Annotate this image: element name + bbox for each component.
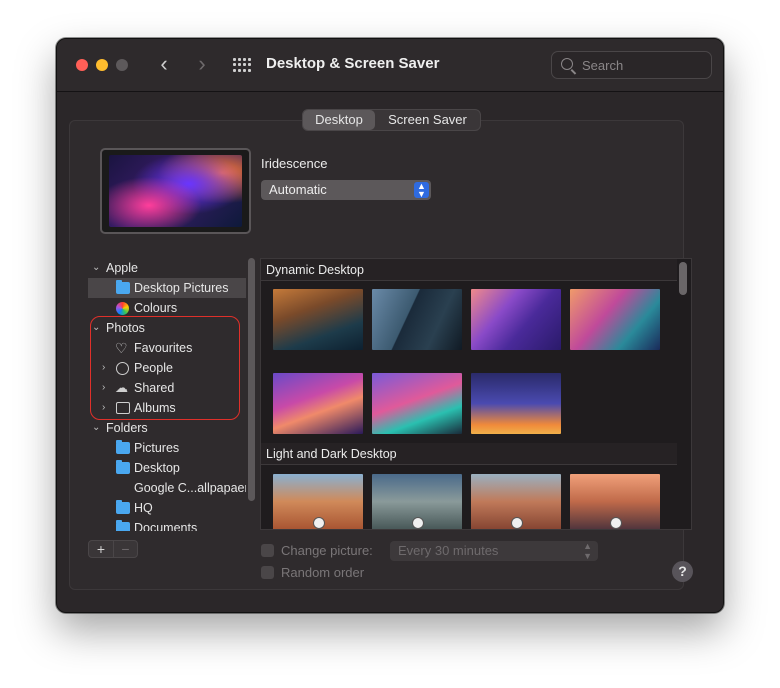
section-header-light-dark: Light and Dark Desktop [261, 443, 677, 465]
interval-select[interactable]: Every 30 minutes ▲ ▼ [390, 541, 598, 561]
tab-segmented-control: Desktop Screen Saver [302, 109, 481, 131]
sidebar-item-hq[interactable]: HQ [88, 498, 246, 518]
sidebar-item-google-wallpaper[interactable]: Google C...allpapaer [88, 478, 246, 498]
sidebar-item-documents[interactable]: Documents [88, 518, 246, 531]
wallpaper-name: Iridescence [261, 156, 328, 171]
wallpaper-thumbnail[interactable] [570, 474, 660, 529]
change-picture-checkbox[interactable] [261, 544, 274, 557]
tab-screen-saver[interactable]: Screen Saver [375, 110, 480, 130]
wallpaper-thumbnail[interactable] [471, 289, 561, 350]
search-field[interactable]: Search [551, 51, 712, 79]
random-order-option[interactable]: Random order [261, 563, 364, 583]
appearance-mode-select[interactable]: Automatic ▲ ▼ [261, 180, 431, 200]
change-picture-option[interactable]: Change picture: [261, 541, 373, 561]
section-header-dynamic: Dynamic Desktop [261, 259, 677, 281]
folder-icon [116, 460, 130, 474]
forward-button[interactable]: › [191, 53, 213, 77]
annotation-highlight [90, 316, 240, 420]
search-placeholder: Search [582, 58, 624, 73]
wallpaper-preview [100, 148, 251, 234]
folder-icon [116, 520, 130, 531]
light-dark-badge-icon [412, 517, 424, 529]
back-button[interactable]: ‹ [153, 53, 175, 77]
sidebar-scrollbar[interactable] [248, 258, 255, 501]
search-icon [561, 58, 573, 70]
folder-icon [116, 280, 130, 294]
wallpaper-thumbnail[interactable] [273, 474, 363, 529]
sidebar-item-pictures[interactable]: Pictures [88, 438, 246, 458]
zoom-window-button[interactable] [116, 59, 128, 71]
minimize-window-button[interactable] [96, 59, 108, 71]
window-title: Desktop & Screen Saver [266, 55, 440, 72]
help-button[interactable]: ? [672, 561, 693, 582]
appearance-mode-value: Automatic [269, 182, 327, 197]
light-dark-badge-icon [313, 517, 325, 529]
color-wheel-icon [116, 302, 129, 315]
random-order-checkbox[interactable] [261, 566, 274, 579]
tab-desktop[interactable]: Desktop [303, 110, 375, 130]
wallpaper-gallery: Dynamic Desktop Light and Dark Desktop [260, 258, 692, 530]
add-folder-button[interactable]: + [89, 541, 113, 557]
group-folders[interactable]: ⌄ Folders [88, 418, 246, 438]
title-bar: ‹ › Desktop & Screen Saver Search [57, 39, 723, 92]
sidebar-item-desktop-pictures[interactable]: Desktop Pictures [88, 278, 246, 298]
folder-icon [116, 440, 130, 454]
wallpaper-thumbnail[interactable] [372, 289, 462, 350]
select-arrows-icon: ▲ ▼ [583, 541, 592, 561]
sidebar-item-colours[interactable]: Colours [88, 298, 246, 318]
wallpaper-preview-image [109, 155, 242, 227]
wallpaper-thumbnail[interactable] [273, 373, 363, 434]
gallery-scrollbar[interactable] [679, 262, 687, 295]
light-dark-badge-icon [610, 517, 622, 529]
remove-folder-button[interactable]: − [113, 541, 137, 557]
interval-value: Every 30 minutes [398, 543, 499, 558]
wallpaper-thumbnail[interactable] [372, 373, 462, 434]
folder-icon [116, 500, 130, 514]
change-picture-label: Change picture: [281, 543, 373, 558]
wallpaper-thumbnail[interactable] [570, 289, 660, 350]
add-remove-control: + − [88, 540, 138, 558]
group-apple[interactable]: ⌄ Apple [88, 258, 246, 278]
wallpaper-thumbnail[interactable] [273, 289, 363, 350]
chevron-down-icon[interactable]: ⌄ [92, 418, 102, 438]
sidebar-item-desktop[interactable]: Desktop [88, 458, 246, 478]
wallpaper-thumbnail[interactable] [471, 373, 561, 434]
preferences-window: ‹ › Desktop & Screen Saver Search Deskto… [56, 38, 724, 613]
close-window-button[interactable] [76, 59, 88, 71]
show-all-grid-icon[interactable] [233, 58, 251, 72]
chevron-down-icon[interactable]: ⌄ [92, 258, 102, 278]
select-arrows-icon: ▲ ▼ [414, 182, 429, 199]
wallpaper-thumbnail[interactable] [372, 474, 462, 529]
light-dark-badge-icon [511, 517, 523, 529]
wallpaper-thumbnail[interactable] [471, 474, 561, 529]
random-order-label: Random order [281, 565, 365, 580]
